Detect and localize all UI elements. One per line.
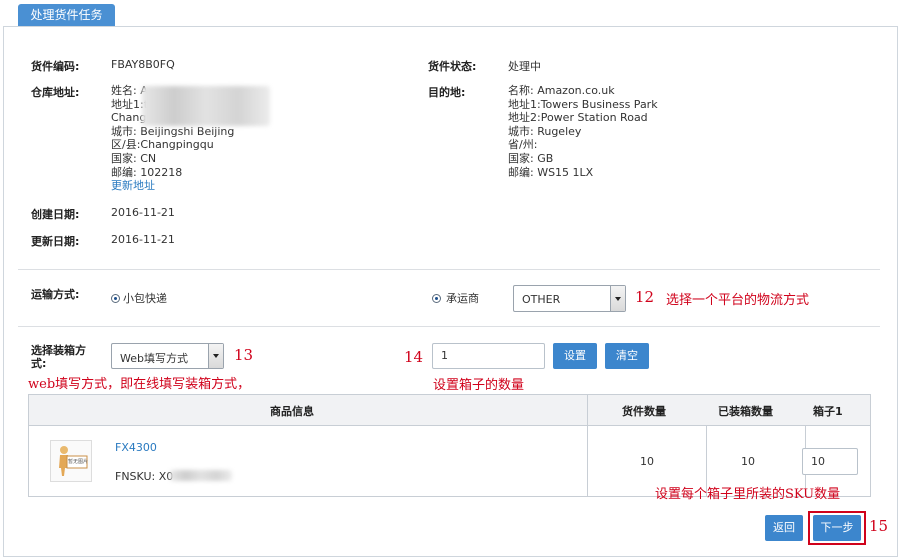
destination-line: 邮编: WS15 1LX <box>508 165 594 179</box>
updated-date-label: 更新日期: <box>31 235 80 248</box>
shipment-qty-value: 10 <box>640 455 654 468</box>
col-header-product-info: 商品信息 <box>270 405 314 418</box>
redacted-address-blur <box>142 86 270 126</box>
annotation-number-14: 14 <box>404 348 424 366</box>
divider <box>18 269 880 270</box>
packed-qty-value: 10 <box>741 455 755 468</box>
shipment-status-value: 处理中 <box>508 60 541 73</box>
annotation-text-sku-qty: 设置每个箱子里所装的SKU数量 <box>655 487 841 502</box>
next-button[interactable]: 下一步 <box>813 515 861 541</box>
radio-carrier-label: 承运商 <box>446 292 479 305</box>
destination-line: 地址1:Towers Business Park <box>508 97 658 111</box>
warehouse-line: 区/县:Changpingqu <box>111 138 214 152</box>
destination-line: 名称: Amazon.co.uk <box>508 84 615 97</box>
fnsku-text: FNSKU: X0 <box>115 470 174 483</box>
shipping-method-label: 运输方式: <box>31 288 80 301</box>
warehouse-address-label: 仓库地址: <box>31 86 80 99</box>
shipment-code-value: FBAY8B0FQ <box>111 58 175 71</box>
destination-line: 国家: GB <box>508 151 554 165</box>
radio-carrier[interactable]: 承运商 <box>432 290 479 306</box>
packing-method-select[interactable]: Web填写方式 <box>111 343 224 369</box>
clear-button[interactable]: 清空 <box>605 343 649 369</box>
chevron-down-icon[interactable] <box>208 344 223 368</box>
packing-method-label-line1: 选择装箱方 <box>31 344 86 357</box>
back-button[interactable]: 返回 <box>765 515 803 541</box>
destination-line: 地址2:Power Station Road <box>508 111 648 125</box>
divider <box>18 326 880 327</box>
sku-link[interactable]: FX4300 <box>115 441 157 454</box>
set-button[interactable]: 设置 <box>553 343 597 369</box>
packing-method-label-line2: 式: <box>31 357 47 370</box>
created-date-label: 创建日期: <box>31 208 80 221</box>
update-address-link[interactable]: 更新地址 <box>111 179 234 193</box>
box-count-input[interactable]: 1 <box>432 343 545 369</box>
shipment-status-label: 货件状态: <box>428 60 477 73</box>
annotation-text-14: 设置箱子的数量 <box>433 378 525 393</box>
carrier-select-value: OTHER <box>522 293 561 306</box>
tab-process-shipment[interactable]: 处理货件任务 <box>18 4 115 26</box>
radio-selected-icon[interactable] <box>432 293 441 303</box>
annotation-number-15: 15 <box>869 517 889 535</box>
col-header-packed-qty: 已装箱数量 <box>718 405 773 418</box>
column-divider <box>587 395 588 496</box>
redacted-fnsku-blur <box>170 470 232 481</box>
no-image-text: 暂无图片 <box>68 459 89 465</box>
annotation-number-13: 13 <box>234 346 254 364</box>
packing-method-select-value: Web填写方式 <box>120 352 188 365</box>
destination-line: 省/州: <box>508 138 538 152</box>
destination-line: 城市: Rugeley <box>508 124 582 138</box>
radio-small-parcel[interactable]: 小包快递 <box>111 290 167 306</box>
chevron-down-icon[interactable] <box>610 286 625 311</box>
warehouse-line: 城市: Beijingshi Beijing <box>111 124 235 138</box>
packing-method-label: 选择装箱方 式: <box>31 344 86 370</box>
created-date-value: 2016-11-21 <box>111 206 175 219</box>
annotation-number-12: 12 <box>635 288 655 306</box>
box1-qty-input[interactable]: 10 <box>802 448 858 475</box>
carrier-select[interactable]: OTHER <box>513 285 626 312</box>
destination-address: 名称: Amazon.co.uk 地址1:Towers Business Par… <box>508 84 658 179</box>
annotation-text-12: 选择一个平台的物流方式 <box>666 293 810 308</box>
shipment-code-label: 货件编码: <box>31 60 80 73</box>
destination-label: 目的地: <box>428 86 466 99</box>
warehouse-line: 邮编: 102218 <box>111 165 183 179</box>
radio-selected-icon[interactable] <box>111 293 120 303</box>
annotation-text-13: web填写方式，即在线填写装箱方式， <box>28 377 251 392</box>
radio-small-parcel-label: 小包快递 <box>123 292 167 305</box>
col-header-box-1: 箱子1 <box>813 405 843 418</box>
col-header-shipment-qty: 货件数量 <box>622 405 666 418</box>
product-thumbnail: 暂无图片 <box>50 440 92 482</box>
warehouse-line: 国家: CN <box>111 151 157 165</box>
updated-date-value: 2016-11-21 <box>111 233 175 246</box>
